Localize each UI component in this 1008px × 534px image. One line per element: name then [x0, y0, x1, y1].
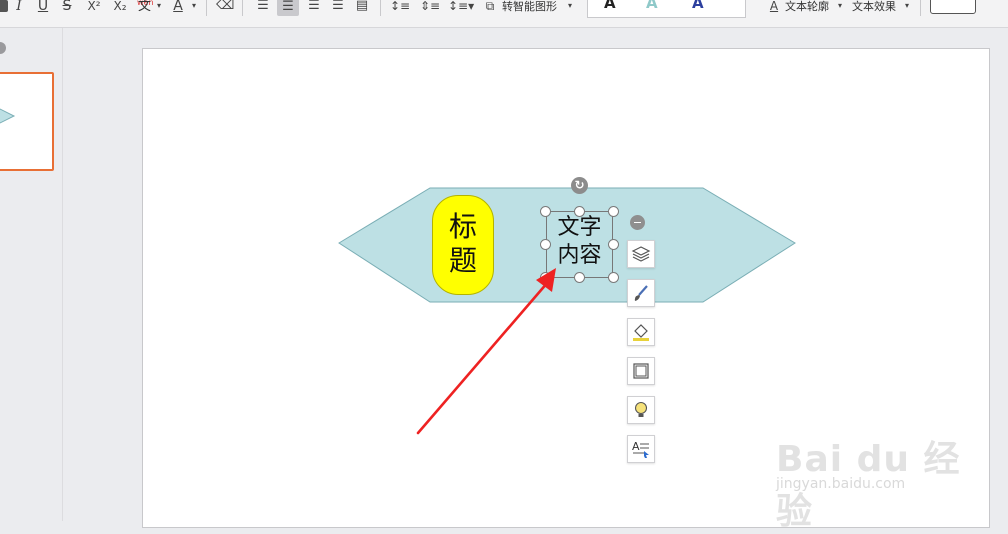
- chevron-down-icon[interactable]: ▾: [903, 0, 911, 13]
- title-text: 标 题: [433, 210, 493, 278]
- frame-icon: [633, 363, 649, 379]
- divider: [380, 0, 381, 16]
- smart-art-icon[interactable]: ⧉: [482, 0, 498, 13]
- resize-handle-bottom-left[interactable]: [540, 272, 551, 283]
- resize-handle-right[interactable]: [608, 239, 619, 250]
- slide-thumbnail-panel: [0, 28, 63, 521]
- justify-icon[interactable]: ☰: [329, 0, 347, 13]
- layers-icon: [631, 246, 651, 262]
- divider: [206, 0, 207, 16]
- chevron-down-icon[interactable]: ▾: [566, 0, 574, 13]
- chevron-down-icon[interactable]: ▾: [190, 0, 198, 13]
- rotate-handle-icon[interactable]: ↻: [571, 177, 588, 194]
- selected-text-box[interactable]: 文字 内容: [546, 211, 613, 278]
- title-pill-shape[interactable]: 标 题: [432, 195, 494, 295]
- chevron-down-icon[interactable]: ▾: [155, 0, 163, 13]
- subscript-icon[interactable]: X₂: [110, 0, 130, 13]
- divider: [242, 0, 243, 16]
- pinyin-guide-button[interactable]: 文: [138, 0, 151, 14]
- superscript-icon[interactable]: X²: [84, 0, 104, 13]
- svg-text:A: A: [632, 440, 640, 453]
- text-style-gallery[interactable]: A A A: [587, 0, 746, 18]
- text-style-button[interactable]: A: [627, 435, 655, 463]
- text-style-icon: A: [632, 440, 649, 458]
- resize-handle-top-left[interactable]: [540, 206, 551, 217]
- text-effect-button[interactable]: 文本效果: [852, 0, 896, 14]
- text-outline-button[interactable]: 文本轮廓: [785, 0, 829, 14]
- slide-number-badge: [0, 42, 6, 54]
- collapse-toolbar-icon[interactable]: [630, 215, 645, 230]
- fill-bucket-icon: [633, 324, 649, 341]
- eraser-icon[interactable]: ⌫: [216, 0, 234, 13]
- resize-handle-left[interactable]: [540, 239, 551, 250]
- italic-icon[interactable]: I: [12, 0, 26, 13]
- style-sample-teal-icon[interactable]: A: [646, 0, 658, 12]
- baidu-watermark: Bai du 经验 jingyan.baidu.com: [776, 410, 986, 532]
- thumbnail-hexagon-preview: [0, 108, 16, 124]
- title-char: 标: [448, 210, 477, 243]
- style-sample-blue-icon[interactable]: A: [692, 0, 704, 12]
- font-color-icon[interactable]: A: [171, 0, 185, 13]
- layers-button[interactable]: [627, 240, 655, 268]
- ribbon-toolbar: I U S X² X₂ wén 文 ▾ A ▾ ⌫ ☰ ☰ ☰ ☰ ▤ ↕≡ ⇕…: [0, 0, 1008, 28]
- shape-style-button[interactable]: [627, 279, 655, 307]
- underline-icon[interactable]: U: [36, 0, 50, 13]
- resize-handle-top-right[interactable]: [608, 206, 619, 217]
- style-sample-black-icon[interactable]: A: [604, 0, 616, 12]
- distribute-icon[interactable]: ▤: [353, 0, 371, 13]
- resize-handle-bottom[interactable]: [574, 272, 585, 283]
- brush-icon: [634, 285, 648, 301]
- watermark-url: jingyan.baidu.com: [776, 476, 906, 492]
- line-spacing-icon[interactable]: ↕≡: [390, 0, 410, 13]
- title-char: 题: [448, 244, 477, 277]
- bold-icon[interactable]: [0, 0, 8, 12]
- align-right-icon[interactable]: ☰: [305, 0, 323, 13]
- strikethrough-icon[interactable]: S: [60, 0, 74, 13]
- text-line: 内容: [557, 243, 602, 268]
- text-box-content[interactable]: 文字 内容: [547, 214, 612, 270]
- align-center-icon[interactable]: ☰: [277, 0, 299, 16]
- paragraph-spacing-icon[interactable]: ⇕≡: [420, 0, 440, 13]
- idea-button[interactable]: [627, 396, 655, 424]
- fill-button[interactable]: [627, 318, 655, 346]
- resize-handle-bottom-right[interactable]: [608, 272, 619, 283]
- align-left-icon[interactable]: ☰: [254, 0, 272, 13]
- shape-style-preview[interactable]: [930, 0, 976, 14]
- text-outline-icon[interactable]: A: [767, 0, 781, 13]
- spacing-dropdown-icon[interactable]: ↕≡▾: [448, 0, 474, 13]
- chevron-down-icon[interactable]: ▾: [836, 0, 844, 13]
- slide-thumbnail[interactable]: [0, 72, 54, 171]
- resize-handle-top[interactable]: [574, 206, 585, 217]
- bulb-icon: [634, 401, 648, 417]
- convert-smart-art-button[interactable]: 转智能图形: [502, 0, 557, 14]
- outline-button[interactable]: [627, 357, 655, 385]
- divider: [920, 0, 921, 16]
- text-line: 文字: [557, 215, 602, 240]
